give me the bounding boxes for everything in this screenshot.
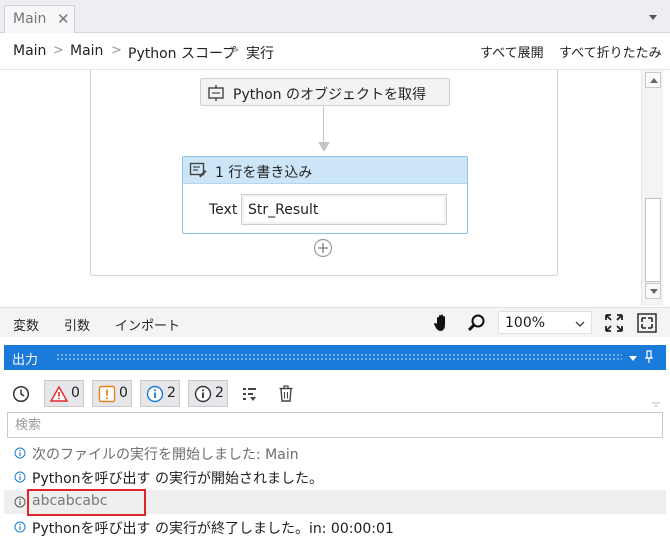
- breadcrumb-item[interactable]: Main: [70, 43, 103, 59]
- log-message: 次のファイルの実行を開始しました: Main: [32, 447, 299, 463]
- zoom-magnifier-icon[interactable]: [466, 312, 488, 334]
- activity-title: 1 行を書き込み: [215, 165, 313, 181]
- output-search-input[interactable]: [7, 412, 663, 438]
- flow-arrow-icon: [318, 142, 330, 152]
- breadcrumb-separator: >: [111, 43, 122, 58]
- filter-info-button[interactable]: 2: [140, 380, 180, 407]
- tab-arguments[interactable]: 引数: [64, 315, 90, 334]
- output-panel-header: 出力: [4, 345, 666, 370]
- scroll-up-button[interactable]: [645, 72, 661, 88]
- document-tab-strip: Main ✕: [0, 0, 670, 33]
- warning-icon: [98, 385, 116, 403]
- output-toolbar: 0 0 2 2: [4, 374, 666, 412]
- chevron-down-icon: [650, 289, 658, 294]
- highlight-annotation: [27, 489, 146, 516]
- trace-icon: [194, 385, 212, 403]
- fit-to-screen-icon[interactable]: [603, 312, 625, 334]
- flow-connector: [323, 106, 324, 146]
- info-icon: [146, 385, 164, 403]
- text-field-label: Text: [209, 202, 238, 218]
- breadcrumb: Main > Main > Python スコープ > 実行 すべて展開 すべて…: [0, 33, 670, 70]
- breadcrumb-separator: >: [53, 43, 64, 58]
- log-message: Pythonを呼び出す の実行が終了しました。in: 00:00:01: [32, 521, 394, 537]
- close-icon[interactable]: ✕: [57, 10, 70, 28]
- info-icon: [14, 447, 26, 459]
- activity-title: Python のオブジェクトを取得: [233, 87, 426, 103]
- info-icon: [14, 521, 26, 533]
- errors-count: 0: [71, 385, 80, 401]
- dropdown-arrow-icon[interactable]: [646, 10, 660, 24]
- trace-icon: [14, 496, 26, 508]
- filter-errors-button[interactable]: 0: [44, 380, 84, 407]
- chevron-down-icon: [575, 321, 585, 327]
- info-icon: [14, 471, 26, 483]
- breadcrumb-separator: >: [229, 43, 240, 58]
- activity-header: 1 行を書き込み: [183, 157, 467, 184]
- activity-write-line[interactable]: 1 行を書き込み Text: [182, 156, 468, 234]
- resize-grip-icon: [652, 402, 660, 407]
- tab-title: Main: [13, 11, 47, 27]
- grip-pattern: [56, 353, 622, 361]
- warnings-count: 0: [119, 385, 128, 401]
- log-row[interactable]: Pythonを呼び出す の実行が終了しました。in: 00:00:01: [4, 515, 666, 539]
- activity-get-python-object[interactable]: Python のオブジェクトを取得: [200, 78, 450, 106]
- scroll-down-button[interactable]: [645, 283, 661, 299]
- dropdown-arrow-icon[interactable]: [628, 354, 638, 362]
- zoom-value: 100%: [505, 315, 546, 331]
- tab-imports[interactable]: インポート: [115, 315, 180, 334]
- text-field-input[interactable]: [241, 194, 447, 225]
- chevron-up-icon: [650, 78, 658, 83]
- tab-main[interactable]: Main ✕: [4, 5, 75, 33]
- collapse-all-link[interactable]: すべて折りたたみ: [559, 42, 662, 61]
- filter-trace-button[interactable]: 2: [188, 380, 228, 407]
- log-row[interactable]: Pythonを呼び出す の実行が開始されました。: [4, 465, 666, 489]
- log-row[interactable]: 次のファイルの実行を開始しました: Main: [4, 441, 666, 465]
- pin-icon[interactable]: [644, 350, 654, 364]
- log-message: Pythonを呼び出す の実行が開始されました。: [32, 471, 323, 487]
- breadcrumb-item[interactable]: 実行: [246, 43, 274, 63]
- zoom-select[interactable]: 100%: [498, 311, 592, 334]
- expand-all-link[interactable]: すべて展開: [480, 42, 544, 61]
- canvas-scrollbar[interactable]: [641, 70, 663, 306]
- info-count: 2: [167, 385, 176, 401]
- overview-icon[interactable]: [636, 312, 658, 334]
- filter-warnings-button[interactable]: 0: [92, 380, 132, 407]
- clock-icon[interactable]: [12, 385, 30, 403]
- error-icon: [50, 385, 68, 402]
- output-title: 出力: [12, 353, 39, 368]
- scrollbar-thumb[interactable]: [645, 198, 661, 282]
- breadcrumb-item[interactable]: Main: [13, 43, 46, 59]
- breadcrumb-item[interactable]: Python スコープ: [128, 43, 236, 63]
- designer-footer: 変数 引数 インポート 100%: [0, 307, 670, 337]
- python-object-icon: [208, 85, 224, 101]
- tab-variables[interactable]: 変数: [13, 315, 39, 334]
- collapse-list-icon[interactable]: [242, 386, 258, 402]
- designer-canvas[interactable]: Python のオブジェクトを取得 1 行を書き込み Text: [0, 70, 640, 306]
- add-activity-icon[interactable]: [313, 238, 333, 258]
- trash-icon[interactable]: [278, 385, 294, 402]
- hand-pan-icon[interactable]: [431, 312, 453, 334]
- trace-count: 2: [215, 385, 224, 401]
- write-line-icon: [189, 162, 207, 178]
